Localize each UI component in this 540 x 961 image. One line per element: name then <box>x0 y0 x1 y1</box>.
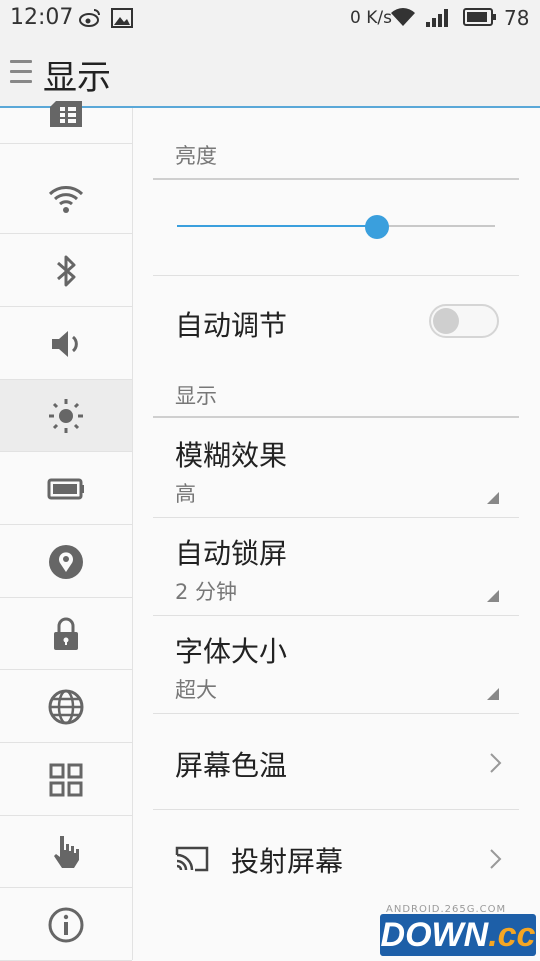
blur-effect-title: 模糊效果 <box>175 439 288 472</box>
sidebar-item-sound[interactable] <box>0 308 132 380</box>
location-icon <box>49 544 83 579</box>
auto-adjust-toggle[interactable] <box>429 304 499 338</box>
auto-lock-value: 2 分钟 <box>175 580 238 604</box>
font-size-value: 超大 <box>175 678 217 702</box>
divider <box>153 275 519 276</box>
volume-icon <box>52 330 78 357</box>
chevron-right-icon <box>490 849 502 869</box>
divider <box>153 517 519 518</box>
menu-icon[interactable] <box>10 60 32 86</box>
blur-effect-value: 高 <box>175 482 196 506</box>
globe-icon <box>48 689 84 724</box>
signal-icon <box>426 9 448 27</box>
sidebar-item-apps[interactable] <box>0 744 132 816</box>
divider <box>153 713 519 714</box>
brightness-slider-thumb[interactable] <box>365 215 389 239</box>
chevron-right-icon <box>490 753 502 773</box>
watermark-brand-text: DOWN <box>380 916 489 954</box>
weibo-icon <box>79 9 100 27</box>
lock-icon <box>54 617 78 650</box>
watermark-brand: DOWN.cc <box>380 914 536 956</box>
sidebar-item-display[interactable] <box>0 380 132 452</box>
sim-icon <box>50 100 82 127</box>
dropdown-corner-icon <box>487 688 499 700</box>
bluetooth-icon <box>57 255 76 286</box>
sidebar-item-sim[interactable] <box>0 90 132 144</box>
watermark-logo: ANDROID.265G.COM DOWN.cc <box>380 904 536 956</box>
battery-icon <box>463 8 496 26</box>
info-icon <box>48 907 84 942</box>
gesture-hand-icon <box>54 835 79 868</box>
sidebar-item-gestures[interactable] <box>0 816 132 888</box>
apps-grid-icon <box>49 763 83 796</box>
display-section-header: 显示 <box>153 380 519 418</box>
sidebar-item-security[interactable] <box>0 598 132 670</box>
sidebar-item-wifi[interactable] <box>0 162 132 234</box>
cast-icon <box>175 846 209 872</box>
wifi-icon <box>391 8 415 26</box>
network-speed: 0 K/s <box>350 8 392 28</box>
image-icon <box>111 8 133 28</box>
divider <box>153 809 519 810</box>
brightness-slider-fill <box>177 225 377 227</box>
wifi-icon <box>48 185 84 213</box>
sidebar-item-battery[interactable] <box>0 453 132 525</box>
battery-percent: 78 <box>504 6 530 30</box>
dropdown-corner-icon <box>487 590 499 602</box>
toggle-knob <box>433 308 459 334</box>
auto-adjust-label: 自动调节 <box>175 309 288 342</box>
settings-sidebar <box>0 100 133 961</box>
auto-lock-title: 自动锁屏 <box>175 537 288 570</box>
dropdown-corner-icon <box>487 492 499 504</box>
sidebar-item-language[interactable] <box>0 671 132 743</box>
font-size-title: 字体大小 <box>175 635 288 668</box>
watermark-suffix: .cc <box>488 916 536 954</box>
sidebar-item-about[interactable] <box>0 889 132 961</box>
status-time: 12:07 <box>10 5 74 30</box>
cast-screen-title: 投射屏幕 <box>231 845 344 878</box>
brightness-icon <box>49 398 83 433</box>
color-temp-title: 屏幕色温 <box>175 749 288 782</box>
status-bar: 12:07 0 K/s 78 <box>0 0 540 38</box>
divider <box>153 615 519 616</box>
sidebar-item-location[interactable] <box>0 526 132 598</box>
brightness-header: 亮度 <box>153 140 519 180</box>
battery-icon <box>47 478 84 499</box>
sidebar-item-bluetooth[interactable] <box>0 235 132 307</box>
